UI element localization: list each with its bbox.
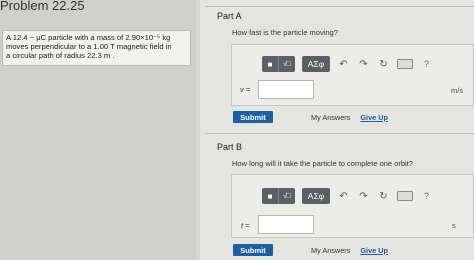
help-icon[interactable]: ?	[420, 188, 433, 204]
problem-statement: A 12.4 − μC particle with a mass of 2.90…	[2, 30, 191, 66]
problem-line: a circular path of radius 22.3 m .	[6, 51, 115, 60]
reset-icon[interactable]: ↻	[377, 188, 390, 204]
problem-title: Problem 22.25	[0, 0, 85, 13]
divider	[205, 6, 474, 7]
part-a-give-up-link[interactable]: Give Up	[360, 113, 388, 122]
part-b-unit: s	[452, 221, 456, 230]
templates-button[interactable]: ■	[262, 188, 278, 204]
part-b-links: My Answers Give Up	[311, 246, 388, 255]
sqrt-button[interactable]: √□	[278, 188, 295, 204]
part-a-my-answers-link[interactable]: My Answers	[311, 113, 350, 122]
templates-button[interactable]: ■	[262, 56, 278, 72]
divider	[205, 133, 474, 134]
undo-icon[interactable]: ↶	[337, 56, 350, 72]
problem-panel: Problem 22.25 A 12.4 − μC particle with …	[0, 0, 196, 260]
part-b-toolbar: ■ √□ ΑΣφ ↶ ↷ ↻ ?	[262, 188, 433, 204]
part-b-variable: t =	[241, 221, 250, 230]
part-a-question: How fast is the particle moving?	[232, 28, 338, 37]
problem-line: moves perpendicular to a 1.00 T magnetic…	[6, 42, 172, 51]
part-b-submit-button[interactable]: Submit	[233, 244, 273, 256]
sqrt-button[interactable]: √□	[278, 56, 295, 72]
keyboard-icon[interactable]	[397, 59, 413, 69]
part-b-my-answers-link[interactable]: My Answers	[311, 246, 350, 255]
greek-symbols-button[interactable]: ΑΣφ	[302, 188, 330, 204]
template-group: ■ √□	[262, 56, 295, 72]
part-a-links: My Answers Give Up	[311, 113, 388, 122]
part-a-answer-input[interactable]	[258, 80, 314, 99]
part-b-answer-input[interactable]	[258, 215, 314, 234]
redo-icon[interactable]: ↷	[357, 188, 370, 204]
part-a-toolbar: ■ √□ ΑΣφ ↶ ↷ ↻ ?	[262, 56, 433, 72]
problem-line: A 12.4 − μC particle with a mass of 2.90…	[6, 33, 171, 42]
keyboard-icon[interactable]	[397, 191, 413, 201]
redo-icon[interactable]: ↷	[357, 56, 370, 72]
greek-symbols-button[interactable]: ΑΣφ	[302, 56, 330, 72]
template-group: ■ √□	[262, 188, 295, 204]
part-b-label: Part B	[217, 142, 243, 152]
part-b-give-up-link[interactable]: Give Up	[360, 246, 388, 255]
help-icon[interactable]: ?	[420, 56, 433, 72]
part-a-unit: m/s	[451, 86, 464, 95]
reset-icon[interactable]: ↻	[377, 56, 390, 72]
part-b-question: How long will it take the particle to co…	[232, 159, 413, 168]
part-a-submit-button[interactable]: Submit	[233, 111, 273, 123]
part-a-variable: v =	[240, 85, 251, 94]
part-a-label: Part A	[217, 11, 242, 21]
undo-icon[interactable]: ↶	[337, 188, 350, 204]
